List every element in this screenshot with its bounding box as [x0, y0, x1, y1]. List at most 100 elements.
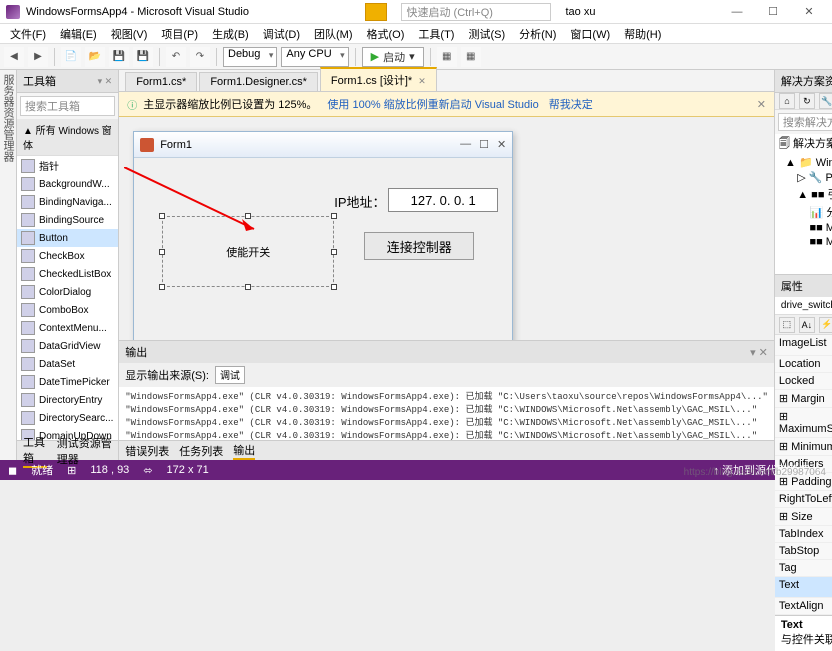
property-row[interactable]: Tag — [775, 560, 832, 577]
bottom-tab[interactable]: 任务列表 — [179, 443, 223, 459]
property-row[interactable]: ⊞ Margin3, 3, 3, 3 — [775, 390, 832, 408]
property-row[interactable]: ⊞ MinimumSize0, 0 — [775, 438, 832, 456]
feedback-icon[interactable] — [365, 3, 387, 21]
toolbox-item[interactable]: BindingNaviga... — [17, 193, 118, 211]
save-button[interactable]: 💾 — [109, 47, 129, 67]
quick-launch-input[interactable]: 快速启动 (Ctrl+Q) — [401, 3, 551, 21]
nav-back-button[interactable]: ◀ — [4, 47, 24, 67]
property-row[interactable]: Text使能开关 — [775, 577, 832, 598]
solution-tree[interactable]: 🗐 解决方案"WindowsFormsApp4"(1 ▲ 📁 WindowsFo… — [775, 134, 832, 274]
drive-switch-label[interactable]: 使能开关 — [162, 216, 334, 287]
bottom-tab[interactable]: 错误列表 — [125, 443, 169, 459]
menu-item[interactable]: 格式(O) — [361, 24, 411, 44]
property-row[interactable]: ImageList(无) — [775, 335, 832, 356]
tree-node[interactable]: ▲ ■■ 引用 — [775, 185, 832, 203]
toolbox-header[interactable]: 工具箱▾ ✕ — [17, 70, 118, 93]
save-all-button[interactable]: 💾 — [133, 47, 153, 67]
redo-button[interactable]: ↷ — [190, 47, 210, 67]
ip-textbox[interactable]: 127. 0. 0. 1 — [388, 188, 498, 212]
toolbox-item[interactable]: ComboBox — [17, 301, 118, 319]
document-tab[interactable]: Form1.cs [设计]*✕ — [320, 67, 437, 91]
tab-close-icon[interactable]: ✕ — [418, 76, 426, 86]
toolbox-item[interactable]: DirectoryEntry — [17, 391, 118, 409]
menu-item[interactable]: 分析(N) — [513, 24, 562, 44]
menu-item[interactable]: 工具(T) — [412, 24, 460, 44]
tree-node[interactable]: ■■ Microsoft.CSharp — [775, 221, 832, 235]
toolbox-item[interactable]: DataGridView — [17, 337, 118, 355]
output-pin-icon[interactable]: ▾ ✕ — [750, 346, 768, 359]
window-title: WindowsFormsApp4 - Microsoft Visual Stud… — [26, 6, 249, 18]
toolbox-item[interactable]: ColorDialog — [17, 283, 118, 301]
nav-fwd-button[interactable]: ▶ — [28, 47, 48, 67]
start-debug-button[interactable]: 启动 ▾ — [362, 47, 424, 67]
properties-header[interactable]: 属性 — [775, 275, 832, 297]
output-source-combo[interactable]: 调试 — [215, 366, 245, 384]
explorer-search-input[interactable]: 搜索解决方案资源管理器(Ctrl+;) — [778, 113, 832, 131]
tree-node[interactable]: ▷ 🔧 Properties — [775, 170, 832, 185]
property-row[interactable]: ⊞ MaximumSize0, 0 — [775, 408, 832, 438]
left-gutter[interactable]: 服务器资源管理器 — [0, 70, 17, 460]
property-row[interactable]: TabIndex1 — [775, 526, 832, 543]
menu-item[interactable]: 编辑(E) — [54, 24, 103, 44]
toolbox-item[interactable]: BackgroundW... — [17, 175, 118, 193]
config-combo[interactable]: Debug — [223, 47, 277, 67]
form-designer[interactable]: Form1 —☐✕ IP地址： 127. 0. 0. 1 连接控制器 使能开关 — [119, 117, 774, 340]
tree-node[interactable]: ■■ Mycontrol — [775, 235, 832, 249]
tree-node[interactable]: 🗐 解决方案"WindowsFormsApp4"(1 — [775, 134, 832, 155]
toolbox-item[interactable]: DateTimePicker — [17, 373, 118, 391]
toolbox-item[interactable]: DirectorySearc... — [17, 409, 118, 427]
new-button[interactable]: 📄 — [61, 47, 81, 67]
toolbox-item[interactable]: CheckedListBox — [17, 265, 118, 283]
align-button-2[interactable]: ▦ — [461, 47, 481, 67]
toolbox-item[interactable]: Button — [17, 229, 118, 247]
properties-object[interactable]: drive_switch System.Windows.Forms.L — [775, 297, 832, 315]
toolbox-item[interactable]: DataSet — [17, 355, 118, 373]
toolbox-item[interactable]: BindingSource — [17, 211, 118, 229]
tree-node[interactable]: 📊 分析器 — [775, 203, 832, 221]
restart-link[interactable]: 使用 100% 缩放比例重新启动 Visual Studio — [327, 96, 538, 112]
property-row[interactable]: LockedFalse — [775, 373, 832, 390]
property-row[interactable]: Location118, 93 — [775, 356, 832, 373]
menu-item[interactable]: 文件(F) — [4, 24, 52, 44]
document-tab[interactable]: Form1.Designer.cs* — [199, 72, 318, 91]
property-row[interactable]: TextAlignMiddleCenter — [775, 598, 832, 615]
notice-close-icon[interactable]: ✕ — [757, 98, 766, 111]
document-tab[interactable]: Form1.cs* — [125, 72, 197, 91]
menu-item[interactable]: 窗口(W) — [564, 24, 616, 44]
menu-item[interactable]: 项目(P) — [155, 24, 204, 44]
menu-item[interactable]: 调试(D) — [257, 24, 306, 44]
properties-toolbar[interactable]: ⬚A↓⚡📄 — [775, 315, 832, 335]
toolbox-item[interactable]: 指针 — [17, 156, 118, 175]
explorer-toolbar[interactable]: ⌂↻🔧📁 — [775, 93, 832, 110]
menu-item[interactable]: 团队(M) — [308, 24, 359, 44]
align-button[interactable]: ▦ — [437, 47, 457, 67]
toolbox-item[interactable]: CheckBox — [17, 247, 118, 265]
help-link[interactable]: 帮我决定 — [549, 96, 593, 112]
maximize-button[interactable]: ☐ — [756, 3, 790, 21]
open-button[interactable]: 📂 — [85, 47, 105, 67]
bottom-tab[interactable]: 输出 — [233, 442, 255, 460]
test-explorer-tab[interactable]: 测试资源管理器 — [57, 435, 112, 467]
solution-explorer-header[interactable]: 解决方案资源管理器▾ ✕ — [775, 70, 832, 93]
menu-item[interactable]: 帮助(H) — [618, 24, 667, 44]
connect-button[interactable]: 连接控制器 — [364, 232, 474, 260]
toolbox-item[interactable]: ContextMenu... — [17, 319, 118, 337]
tree-node[interactable]: ▲ 📁 WindowsFormsApp4 — [775, 155, 832, 170]
status-position: 118 , 93 — [90, 464, 129, 476]
platform-combo[interactable]: Any CPU — [281, 47, 348, 67]
menu-item[interactable]: 测试(S) — [462, 24, 511, 44]
form1-window[interactable]: Form1 —☐✕ IP地址： 127. 0. 0. 1 连接控制器 使能开关 — [133, 131, 513, 340]
toolbox-section[interactable]: ▲ 所有 Windows 窗体 — [17, 119, 118, 156]
output-panel: 输出 ▾ ✕ 显示输出来源(S): 调试 "WindowsFormsApp4.e… — [119, 340, 774, 440]
property-row[interactable]: TabStopTrue — [775, 543, 832, 560]
menu-item[interactable]: 生成(B) — [206, 24, 255, 44]
undo-button[interactable]: ↶ — [166, 47, 186, 67]
output-text[interactable]: "WindowsFormsApp4.exe" (CLR v4.0.30319: … — [119, 387, 774, 440]
minimize-button[interactable]: — — [720, 3, 754, 21]
tool-icon — [21, 303, 35, 317]
property-row[interactable]: ⊞ Size172, 71 — [775, 508, 832, 526]
toolbox-search-input[interactable]: 搜索工具箱 — [20, 96, 115, 116]
menu-item[interactable]: 视图(V) — [105, 24, 154, 44]
close-button[interactable]: ✕ — [792, 3, 826, 21]
user-name[interactable]: tao xu — [565, 6, 595, 18]
